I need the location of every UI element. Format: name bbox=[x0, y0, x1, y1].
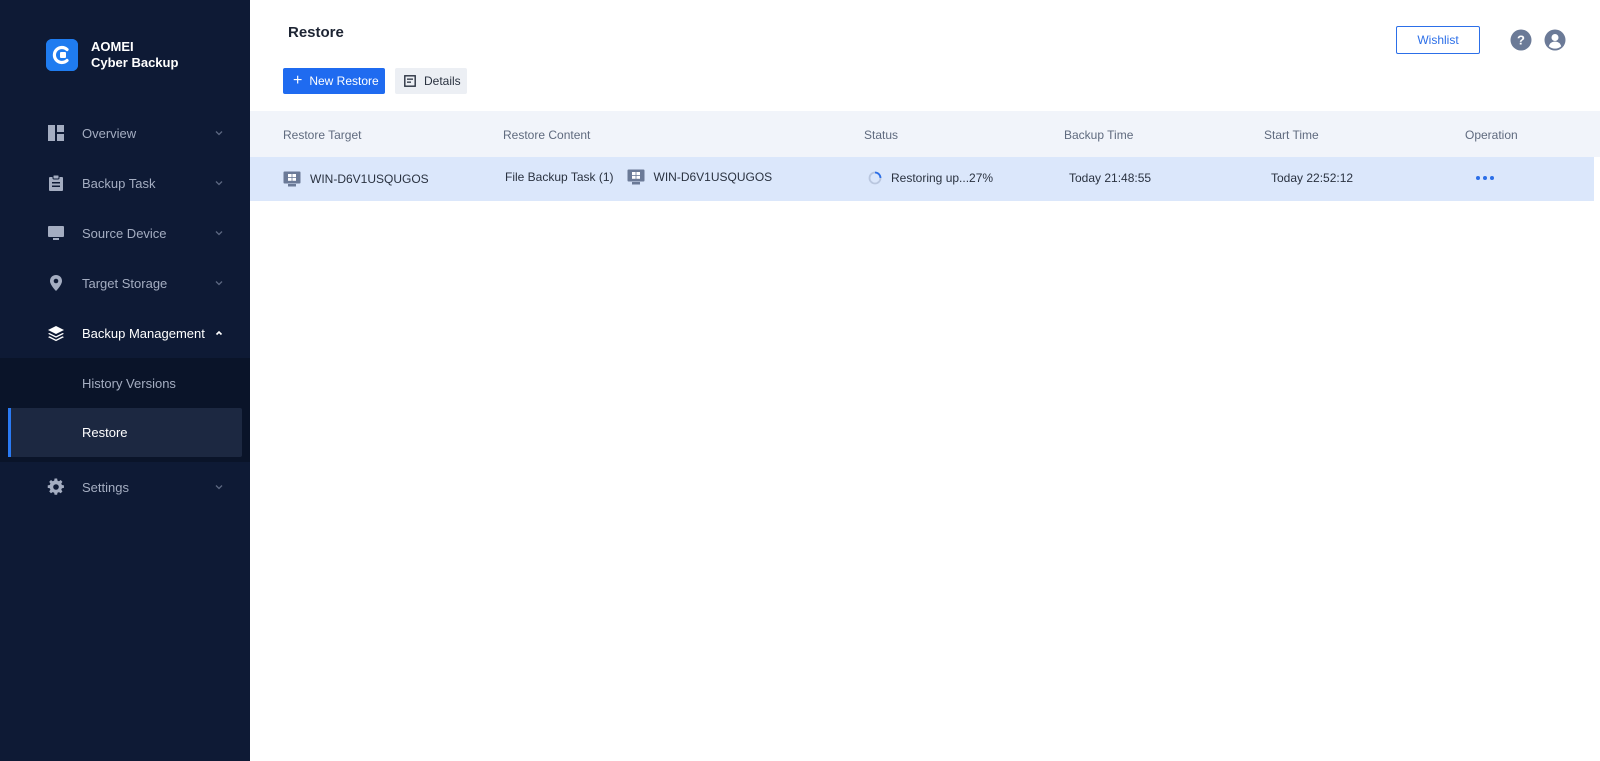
aomei-logo-icon bbox=[46, 39, 78, 71]
location-pin-icon bbox=[47, 274, 65, 292]
sidebar-item-label: Backup Management bbox=[82, 325, 205, 341]
sidebar-item-label: Settings bbox=[82, 479, 129, 495]
dashboard-icon bbox=[47, 124, 65, 142]
column-header-operation: Operation bbox=[1465, 128, 1518, 142]
logo-text: AOMEI Cyber Backup bbox=[91, 39, 178, 71]
layers-icon bbox=[47, 324, 65, 342]
chevron-up-icon bbox=[215, 330, 223, 336]
loading-spinner-icon bbox=[868, 171, 882, 185]
new-restore-label: New Restore bbox=[309, 74, 379, 88]
sidebar-item-settings[interactable]: Settings bbox=[0, 462, 250, 512]
logo-line-2: Cyber Backup bbox=[91, 55, 179, 70]
content-device-name: WIN-D6V1USQUGOS bbox=[653, 170, 773, 184]
cell-restore-target: WIN-D6V1USQUGOS bbox=[283, 171, 429, 187]
clipboard-icon bbox=[47, 174, 65, 192]
chevron-down-icon bbox=[215, 485, 223, 490]
more-actions-icon[interactable] bbox=[1476, 176, 1494, 180]
sidebar: AOMEI Cyber Backup Overview Backup Task bbox=[0, 0, 250, 761]
sidebar-item-label: Target Storage bbox=[82, 275, 168, 291]
chevron-down-icon bbox=[215, 231, 223, 236]
table-header: Restore Target Restore Content Status Ba… bbox=[250, 111, 1600, 157]
page-title: Restore bbox=[288, 24, 344, 41]
details-label: Details bbox=[424, 74, 461, 88]
svg-text:?: ? bbox=[1517, 33, 1525, 48]
sidebar-item-backup-task[interactable]: Backup Task bbox=[0, 158, 250, 208]
column-header-status: Status bbox=[864, 128, 899, 142]
details-icon bbox=[404, 75, 416, 87]
logo: AOMEI Cyber Backup bbox=[46, 39, 178, 71]
gear-icon bbox=[47, 478, 65, 496]
logo-line-1: AOMEI bbox=[91, 39, 134, 54]
main-content: Restore + New Restore Details Wishlist ?… bbox=[250, 0, 1600, 761]
backup-management-submenu: History Versions Restore bbox=[0, 358, 250, 462]
wishlist-button[interactable]: Wishlist bbox=[1396, 26, 1480, 54]
column-header-restore-target: Restore Target bbox=[283, 128, 362, 142]
column-header-restore-content: Restore Content bbox=[503, 128, 591, 142]
chevron-down-icon bbox=[215, 131, 223, 136]
restore-target-name: WIN-D6V1USQUGOS bbox=[310, 172, 429, 186]
content-task-name: File Backup Task (1) bbox=[505, 170, 614, 184]
sidebar-item-overview[interactable]: Overview bbox=[0, 108, 250, 158]
sidebar-item-label: Source Device bbox=[82, 225, 167, 241]
windows-computer-icon bbox=[283, 171, 301, 187]
new-restore-button[interactable]: + New Restore bbox=[283, 68, 385, 94]
sidebar-subitem-history-versions[interactable]: History Versions bbox=[0, 359, 242, 408]
sidebar-item-label: Backup Task bbox=[82, 175, 156, 191]
chevron-down-icon bbox=[215, 181, 223, 186]
sidebar-item-target-storage[interactable]: Target Storage bbox=[0, 258, 250, 308]
app-window: AOMEI Cyber Backup Overview Backup Task bbox=[0, 0, 1600, 761]
sidebar-item-source-device[interactable]: Source Device bbox=[0, 208, 250, 258]
cell-status: Restoring up...27% bbox=[868, 171, 993, 185]
details-button[interactable]: Details bbox=[395, 68, 467, 94]
user-avatar-icon[interactable] bbox=[1544, 29, 1566, 51]
status-text: Restoring up...27% bbox=[891, 171, 994, 185]
monitor-icon bbox=[47, 224, 65, 242]
sidebar-subitem-restore[interactable]: Restore bbox=[8, 408, 242, 457]
table-row[interactable]: WIN-D6V1USQUGOS File Backup Task (1) WIN… bbox=[250, 157, 1594, 201]
windows-computer-icon bbox=[627, 169, 644, 185]
help-icon[interactable]: ? bbox=[1510, 29, 1532, 51]
chevron-down-icon bbox=[215, 281, 223, 286]
plus-icon: + bbox=[293, 72, 303, 89]
sidebar-nav: Overview Backup Task Source Device Targe… bbox=[0, 108, 250, 512]
column-header-backup-time: Backup Time bbox=[1064, 128, 1134, 142]
cell-restore-content: File Backup Task (1) WIN-D6V1USQUGOS bbox=[505, 169, 772, 185]
sidebar-item-backup-management[interactable]: Backup Management bbox=[0, 308, 250, 358]
column-header-start-time: Start Time bbox=[1264, 128, 1319, 142]
cell-start-time: Today 22:52:12 bbox=[1271, 171, 1354, 185]
cell-backup-time: Today 21:48:55 bbox=[1069, 171, 1152, 185]
sidebar-item-label: Overview bbox=[82, 125, 137, 141]
